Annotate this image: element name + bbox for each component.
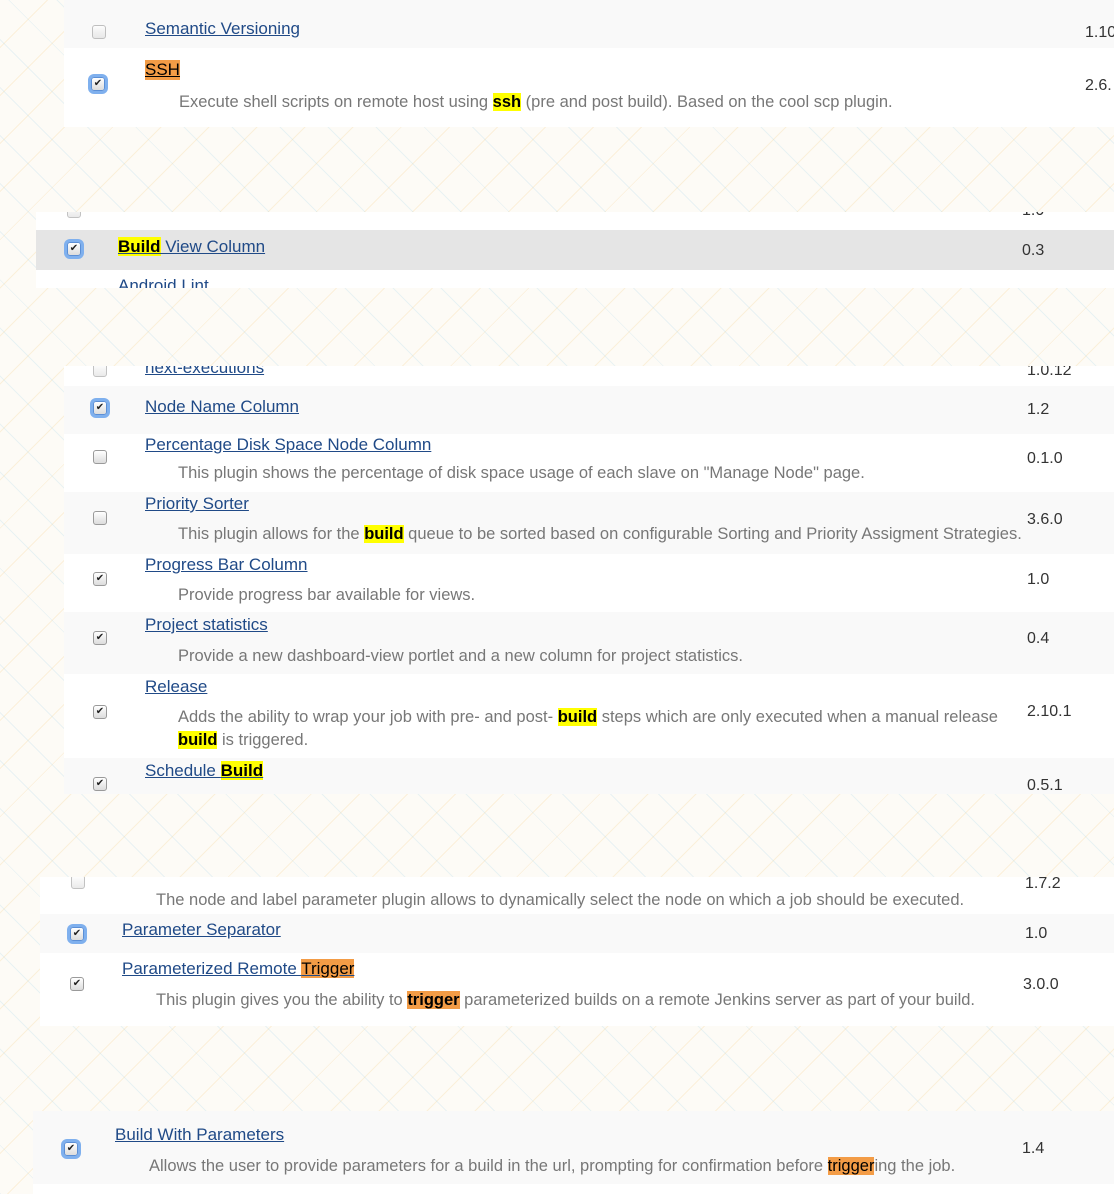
plugin-row-progress-bar-column: ✔ Progress Bar Column Provide progress b…	[64, 554, 1114, 612]
plugin-row-release: ✔ Release Adds the ability to wrap your …	[64, 674, 1114, 758]
plugin-version: 1.0.12	[1027, 366, 1072, 379]
plugin-description: This plugin allows for the build queue t…	[178, 525, 1022, 543]
plugin-row-build-with-parameters: ✔ Build With Parameters Allows the user …	[33, 1111, 1114, 1184]
plugin-panel-5: ✔ Build With Parameters Allows the user …	[33, 1111, 1114, 1194]
plugin-row-schedule-build: ✔ Schedule Build 0.5.1	[64, 758, 1114, 794]
plugin-row-node-name-column: ✔ Node Name Column 1.2	[64, 386, 1114, 434]
plugin-description: Execute shell scripts on remote host usi…	[179, 93, 893, 111]
plugin-row-parameter-separator: ✔ Parameter Separator 1.0	[40, 914, 1114, 953]
plugin-name-link[interactable]: Parameterized Remote Trigger	[122, 959, 355, 979]
plugin-name-link[interactable]: Node Name Column	[145, 397, 299, 417]
plugin-name-link[interactable]: SSH	[145, 60, 180, 80]
plugin-checkbox[interactable]	[93, 366, 107, 377]
plugin-name-link[interactable]: Build View Column	[118, 237, 265, 257]
plugin-version: 0.1.0	[1027, 450, 1063, 467]
plugin-name-link[interactable]: Schedule Build	[145, 761, 264, 781]
plugin-version: 0.4	[1027, 630, 1050, 647]
plugin-row-project-statistics: ✔ Project statistics Provide a new dashb…	[64, 612, 1114, 674]
plugin-description: The node and label parameter plugin allo…	[156, 891, 965, 909]
plugin-name-link[interactable]: Build With Parameters	[115, 1125, 284, 1145]
plugin-row-build-view-column: ✔ Build View Column 0.3	[36, 230, 1114, 270]
check-icon: ✔	[95, 778, 105, 789]
plugin-name-link[interactable]: Progress Bar Column	[145, 555, 308, 575]
plugin-name-link[interactable]: Project statistics	[145, 615, 268, 635]
plugin-checkbox[interactable]: ✔	[70, 977, 84, 991]
plugin-checkbox[interactable]: ✔	[91, 77, 105, 91]
plugin-row-parameterized-remote-trigger: ✔ Parameterized Remote Trigger This plug…	[40, 953, 1114, 1013]
check-icon: ✔	[95, 706, 105, 717]
plugin-name-link[interactable]: Release	[145, 677, 207, 697]
plugin-row-percentage-disk-space: Percentage Disk Space Node Column This p…	[64, 434, 1114, 492]
plugin-checkbox[interactable]: ✔	[93, 777, 107, 791]
plugin-checkbox[interactable]	[92, 25, 106, 39]
plugin-row-nodelabel-parameter: The node and label parameter plugin allo…	[40, 877, 1114, 914]
plugin-name-link[interactable]: Priority Sorter	[145, 494, 249, 514]
plugin-checkbox[interactable]	[71, 877, 85, 889]
plugin-name-link[interactable]: Semantic Versioning	[145, 19, 300, 39]
plugin-version: 0.3	[1022, 242, 1045, 259]
plugin-version: 1.2	[1027, 401, 1050, 418]
check-icon: ✔	[72, 928, 82, 939]
plugin-description: Provide progress bar available for views…	[178, 586, 476, 604]
plugin-checkbox[interactable]: ✔	[93, 401, 107, 415]
plugin-panel-1: Semantic Versioning 1.10 ✔ SSH Execute s…	[64, 0, 1114, 127]
plugin-version: 3.0.0	[1023, 976, 1059, 993]
plugin-version: 2.10.1	[1027, 703, 1072, 720]
plugin-checkbox[interactable]: ✔	[67, 242, 81, 256]
plugin-version: 1.0	[1027, 571, 1050, 588]
plugin-checkbox[interactable]	[67, 212, 81, 218]
plugin-version: 1.0	[1022, 212, 1044, 220]
plugin-version: 1.10	[1085, 24, 1114, 41]
check-icon: ✔	[95, 573, 105, 584]
plugin-checkbox[interactable]: ✔	[93, 572, 107, 586]
plugin-checkbox[interactable]: ✔	[70, 927, 84, 941]
plugin-name-link[interactable]: next-executions	[145, 366, 264, 378]
plugin-panel-4: The node and label parameter plugin allo…	[40, 877, 1114, 1026]
plugin-name-link[interactable]: Percentage Disk Space Node Column	[145, 435, 431, 455]
plugin-checkbox[interactable]	[93, 511, 107, 525]
check-icon: ✔	[72, 978, 82, 989]
plugin-description: Provide a new dashboard-view portlet and…	[178, 647, 743, 665]
check-icon: ✔	[95, 402, 105, 413]
plugin-version: 3.6.0	[1027, 511, 1063, 528]
check-icon: ✔	[93, 78, 103, 89]
plugin-version: 1.7.2	[1025, 877, 1061, 892]
check-icon: ✔	[66, 1143, 76, 1154]
plugin-description: Allows the user to provide parameters fo…	[149, 1157, 956, 1175]
plugin-panel-3: next-executions 1.0.12 ✔ Node Name Colum…	[64, 366, 1114, 794]
check-icon: ✔	[95, 632, 105, 643]
plugin-description: This plugin gives you the ability to tri…	[156, 991, 976, 1009]
plugin-version: 1.4	[1022, 1140, 1045, 1157]
plugin-version: 0.5.1	[1027, 777, 1063, 794]
plugin-name-link[interactable]: Android Lint	[118, 276, 209, 288]
plugin-description: Adds the ability to wrap your job with p…	[178, 708, 998, 749]
plugin-row-semantic-versioning: Semantic Versioning 1.10	[64, 0, 1114, 48]
plugin-version: 1.0	[1025, 925, 1048, 942]
plugin-description: This plugin shows the percentage of disk…	[178, 464, 865, 482]
plugin-row-priority-sorter: Priority Sorter This plugin allows for t…	[64, 492, 1114, 554]
plugin-name-link[interactable]: Parameter Separator	[122, 920, 281, 940]
plugin-checkbox[interactable]: ✔	[64, 1142, 78, 1156]
plugin-checkbox[interactable]: ✔	[93, 631, 107, 645]
plugin-row-next-executions: next-executions 1.0.12	[64, 366, 1114, 386]
plugin-checkbox[interactable]	[93, 450, 107, 464]
plugin-panel-2: 1.0 ✔ Build View Column 0.3 Android Lint	[36, 212, 1114, 288]
plugin-row-ssh: ✔ SSH Execute shell scripts on remote ho…	[64, 48, 1114, 127]
check-icon: ✔	[69, 243, 79, 254]
plugin-version: 2.6.	[1085, 77, 1112, 94]
plugin-checkbox[interactable]: ✔	[93, 705, 107, 719]
